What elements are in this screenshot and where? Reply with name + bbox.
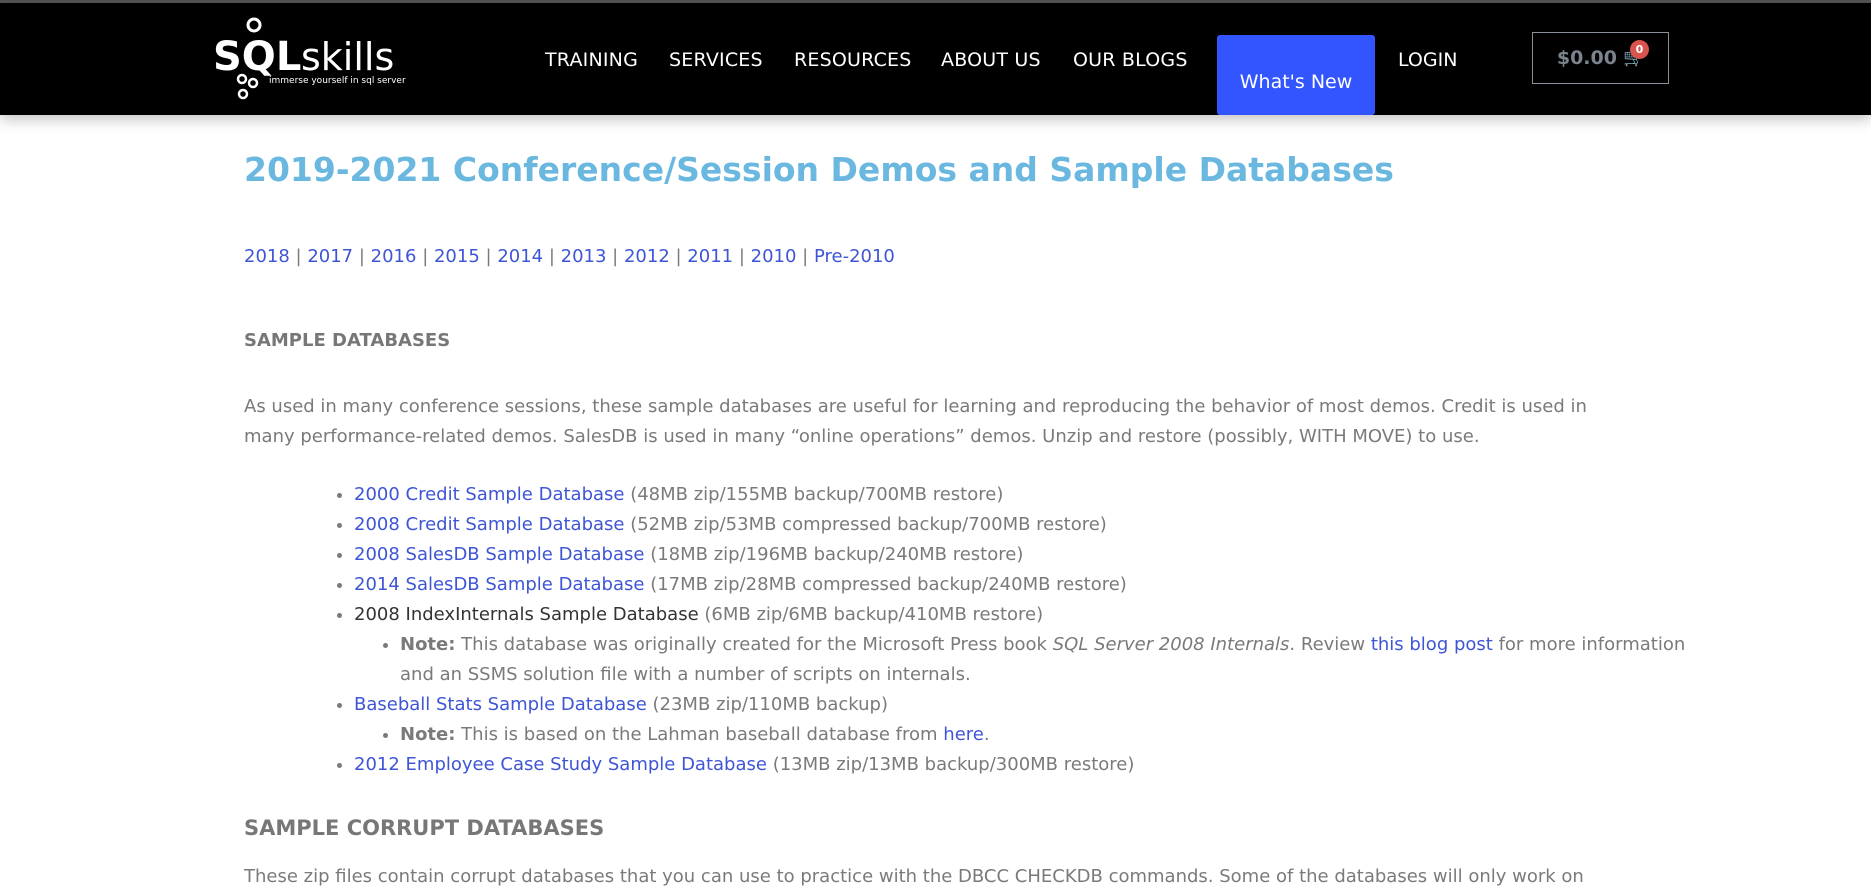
blog-post-link[interactable]: this blog post	[1371, 634, 1493, 655]
sqlskills-logo[interactable]: SQL skills immerse yourself in sql serve…	[213, 17, 413, 103]
list-item: 2014 SalesDB Sample Database (17MB zip/2…	[354, 570, 1654, 600]
size-info: (48MB zip/155MB backup/700MB restore)	[624, 484, 1004, 505]
year-link[interactable]: Pre-2010	[814, 246, 895, 267]
cart-button[interactable]: $0.00 🛒 0	[1532, 32, 1669, 84]
page-title: 2019-2021 Conference/Session Demos and S…	[244, 150, 1394, 189]
list-item: 2000 Credit Sample Database (48MB zip/15…	[354, 480, 1654, 510]
download-link[interactable]: 2014 SalesDB Sample Database	[354, 574, 644, 595]
download-link[interactable]: 2008 Credit Sample Database	[354, 514, 624, 535]
note-item: Note: This is based on the Lahman baseba…	[400, 720, 1700, 750]
note-text: . Review	[1289, 634, 1371, 655]
year-link[interactable]: 2017	[307, 246, 353, 267]
database-list: 2000 Credit Sample Database (48MB zip/15…	[354, 480, 1685, 780]
svg-text:skills: skills	[301, 35, 394, 79]
year-link[interactable]: 2012	[624, 246, 670, 267]
sample-databases-heading: SAMPLE DATABASES	[244, 330, 451, 351]
year-links: 2018 | 2017 | 2016 | 2015 | 2014 | 2013 …	[244, 246, 895, 267]
download-link[interactable]: 2012 Employee Case Study Sample Database	[354, 754, 767, 775]
year-link[interactable]: 2014	[497, 246, 543, 267]
nav-about-us[interactable]: ABOUT US	[941, 49, 1041, 71]
list-item: Baseball Stats Sample Database (23MB zip…	[354, 690, 1654, 750]
note-label: Note:	[400, 724, 456, 745]
nav-services[interactable]: SERVICES	[669, 49, 763, 71]
note-text: .	[983, 724, 990, 745]
year-link[interactable]: 2015	[434, 246, 480, 267]
download-link[interactable]: 2008 SalesDB Sample Database	[354, 544, 644, 565]
size-info: (18MB zip/196MB backup/240MB restore)	[644, 544, 1024, 565]
list-item: 2008 SalesDB Sample Database (18MB zip/1…	[354, 540, 1654, 570]
size-info: (6MB zip/6MB backup/410MB restore)	[698, 604, 1044, 625]
year-link[interactable]: 2013	[561, 246, 607, 267]
nav-training[interactable]: TRAINING	[545, 49, 638, 71]
whats-new-button[interactable]: What's New	[1217, 35, 1375, 115]
cart-total: $0.00	[1556, 47, 1617, 69]
item-title: 2008 IndexInternals Sample Database	[354, 604, 699, 625]
svg-text:SQL: SQL	[213, 34, 301, 80]
size-info: (13MB zip/13MB backup/300MB restore)	[766, 754, 1135, 775]
list-item: 2008 IndexInternals Sample Database (6MB…	[354, 600, 1685, 690]
download-link[interactable]: Baseball Stats Sample Database	[354, 694, 647, 715]
note-text: This database was originally created for…	[455, 634, 1053, 655]
corrupt-databases-heading: SAMPLE CORRUPT DATABASES	[244, 816, 605, 840]
note-label: Note:	[400, 634, 456, 655]
site-header: SQL skills immerse yourself in sql serve…	[0, 3, 1871, 115]
login-label: LOGIN	[1398, 49, 1458, 71]
list-item: 2012 Employee Case Study Sample Database…	[354, 750, 1654, 780]
cart-count-badge: 0	[1630, 40, 1649, 59]
size-info: (52MB zip/53MB compressed backup/700MB r…	[624, 514, 1107, 535]
note-item: Note: This database was originally creat…	[400, 630, 1700, 690]
nav-our-blogs[interactable]: OUR BLOGS	[1073, 49, 1188, 71]
size-info: (17MB zip/28MB compressed backup/240MB r…	[644, 574, 1127, 595]
year-link[interactable]: 2010	[751, 246, 797, 267]
nav-resources[interactable]: RESOURCES	[794, 49, 912, 71]
list-item: 2008 Credit Sample Database (52MB zip/53…	[354, 510, 1654, 540]
here-link[interactable]: here	[943, 724, 984, 745]
download-link[interactable]: 2000 Credit Sample Database	[354, 484, 624, 505]
note-text: This is based on the Lahman baseball dat…	[455, 724, 944, 745]
size-info: (23MB zip/110MB backup)	[646, 694, 889, 715]
year-link[interactable]: 2011	[687, 246, 733, 267]
year-link[interactable]: 2018	[244, 246, 290, 267]
svg-text:immerse yourself in sql server: immerse yourself in sql server	[269, 76, 406, 86]
book-title: SQL Server 2008 Internals	[1052, 634, 1290, 655]
year-link[interactable]: 2016	[371, 246, 417, 267]
intro-paragraph: As used in many conference sessions, the…	[244, 396, 1587, 447]
